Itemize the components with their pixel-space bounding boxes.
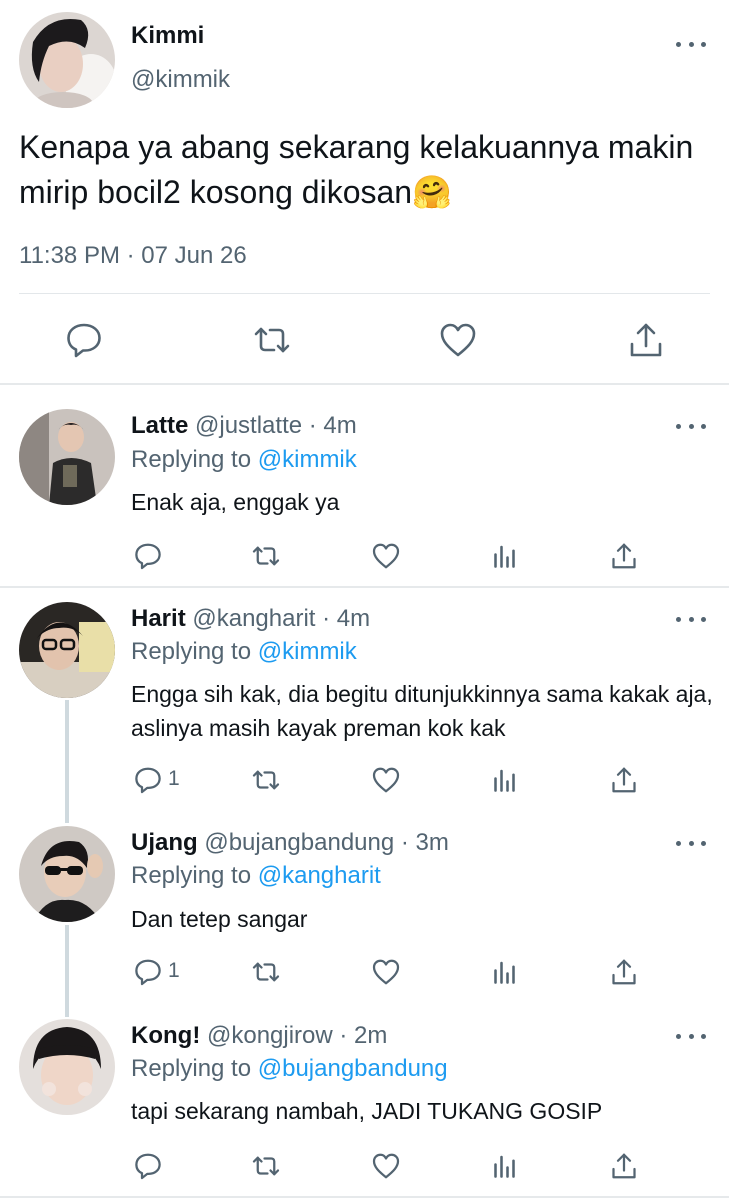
reply-text: Dan tetep sangar (131, 906, 308, 932)
replying-to: Replying to @bujangbandung (131, 1055, 448, 1083)
reply-text: Enak aja, enggak ya (131, 489, 340, 515)
reply-author-handle[interactable]: @bujangbandung · 3m (204, 829, 449, 856)
share-icon[interactable] (609, 957, 639, 987)
thread-connector (65, 925, 69, 1017)
replying-to-label: Replying to (131, 862, 258, 889)
reply-icon[interactable] (133, 765, 163, 795)
tweet-timestamp[interactable]: 11:38 PM · 07 Jun 26 (19, 242, 247, 270)
reply-author-handle[interactable]: @kangharit · 4m (192, 605, 370, 632)
share-icon[interactable] (609, 1151, 639, 1181)
share-icon[interactable] (609, 541, 639, 571)
reply-mention-link[interactable]: @kangharit (258, 862, 381, 889)
replying-to: Replying to @kangharit (131, 862, 381, 890)
reply-author-name[interactable]: Ujang (131, 829, 198, 856)
reply-author-line: Harit @kangharit · 4m (131, 605, 370, 633)
divider (0, 383, 729, 385)
avatar[interactable] (19, 409, 115, 505)
replying-to-label: Replying to (131, 638, 258, 665)
analytics-icon[interactable] (491, 957, 521, 987)
tweet-text: Kenapa ya abang sekarang kelakuannya mak… (19, 129, 694, 210)
reply-count: 1 (168, 959, 180, 982)
share-icon[interactable] (626, 320, 666, 360)
reply-author-handle[interactable]: @kongjirow · 2m (207, 1022, 387, 1049)
author-handle[interactable]: @kimmik (131, 66, 230, 94)
reply-mention-link[interactable]: @bujangbandung (258, 1055, 448, 1082)
retweet-icon[interactable] (251, 541, 281, 571)
like-icon[interactable] (371, 1151, 401, 1181)
reply-count: 1 (168, 767, 180, 790)
reply-icon[interactable] (133, 541, 163, 571)
reply-icon[interactable] (133, 1151, 163, 1181)
replying-to: Replying to @kimmik (131, 638, 357, 666)
like-icon[interactable] (371, 765, 401, 795)
retweet-icon[interactable] (251, 765, 281, 795)
avatar[interactable] (19, 826, 115, 922)
reply-author-handle[interactable]: @justlatte · 4m (195, 412, 357, 439)
reply-author-line: Latte @justlatte · 4m (131, 412, 357, 440)
reply-author-line: Ujang @bujangbandung · 3m (131, 829, 449, 857)
reply-author-line: Kong! @kongjirow · 2m (131, 1022, 387, 1050)
more-options-icon[interactable] (676, 34, 706, 54)
replying-to-label: Replying to (131, 446, 258, 473)
like-icon[interactable] (371, 541, 401, 571)
reply-icon[interactable] (64, 320, 104, 360)
replying-to: Replying to @kimmik (131, 446, 357, 474)
avatar[interactable] (19, 12, 115, 108)
reply-mention-link[interactable]: @kimmik (258, 638, 357, 665)
more-options-icon[interactable] (676, 609, 706, 629)
author-name[interactable]: Kimmi (131, 22, 204, 50)
reply-author-name[interactable]: Latte (131, 412, 188, 439)
analytics-icon[interactable] (491, 1151, 521, 1181)
reply-icon[interactable] (133, 957, 163, 987)
reply-text: Engga sih kak, dia begitu ditunjukkinnya… (131, 681, 713, 741)
more-options-icon[interactable] (676, 416, 706, 436)
like-icon[interactable] (438, 320, 478, 360)
reply-text: tapi sekarang nambah, JADI TUKANG GOSIP (131, 1098, 603, 1124)
avatar[interactable] (19, 1019, 115, 1115)
analytics-icon[interactable] (491, 541, 521, 571)
more-options-icon[interactable] (676, 1026, 706, 1046)
avatar[interactable] (19, 602, 115, 698)
divider (0, 1196, 729, 1198)
more-options-icon[interactable] (676, 833, 706, 853)
retweet-icon[interactable] (251, 1151, 281, 1181)
retweet-icon[interactable] (252, 320, 292, 360)
retweet-icon[interactable] (251, 957, 281, 987)
divider (0, 586, 729, 588)
reply-mention-link[interactable]: @kimmik (258, 446, 357, 473)
share-icon[interactable] (609, 765, 639, 795)
main-tweet: Kimmi @kimmik Kenapa ya abang sekarang k… (0, 0, 729, 384)
replying-to-label: Replying to (131, 1055, 258, 1082)
like-icon[interactable] (371, 957, 401, 987)
thread-connector (65, 700, 69, 823)
reply-author-name[interactable]: Kong! (131, 1022, 200, 1049)
reply-author-name[interactable]: Harit (131, 605, 186, 632)
divider (19, 293, 710, 294)
analytics-icon[interactable] (491, 765, 521, 795)
